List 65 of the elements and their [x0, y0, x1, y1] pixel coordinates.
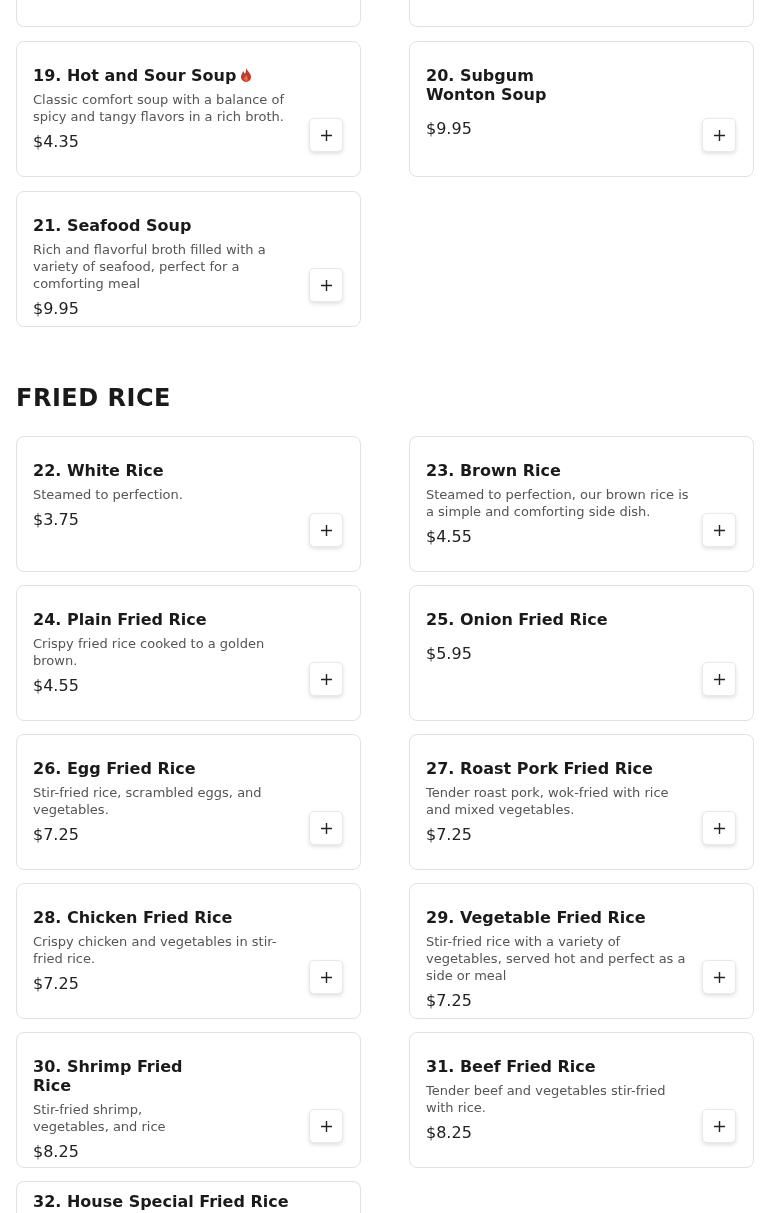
item-description: Stir-fried rice, scrambled eggs, and vegetables. — [33, 784, 263, 818]
item-title: 20. Subgum Wonton Soup — [426, 66, 547, 104]
item-price: $4.55 — [33, 675, 80, 697]
add-button[interactable] — [702, 1109, 736, 1143]
item-title: 25. Onion Fried Rice — [426, 610, 608, 629]
item-description: Stir-fried shrimp, vegetables, and rice — [33, 1101, 167, 1135]
item-price: $3.75 — [33, 509, 80, 531]
plus-icon — [713, 822, 725, 834]
item-price: $5.95 — [426, 643, 473, 665]
item-title: 31. Beef Fried Rice — [426, 1057, 596, 1076]
item-description: Crispy fried rice cooked to a golden brown. — [33, 635, 266, 669]
add-button[interactable] — [309, 960, 343, 994]
item-title: 26. Egg Fried Rice — [33, 759, 196, 778]
item-price: $4.55 — [426, 526, 473, 548]
add-button[interactable] — [702, 960, 736, 994]
add-button[interactable] — [309, 268, 343, 302]
plus-icon — [320, 971, 332, 983]
item-title: 30. Shrimp Fried Rice — [33, 1057, 183, 1095]
item-description: Steamed to perfection. — [33, 486, 184, 503]
add-button[interactable] — [702, 513, 736, 547]
plus-icon — [713, 1120, 725, 1132]
item-price: $8.25 — [33, 1141, 80, 1163]
add-button[interactable] — [309, 513, 343, 547]
plus-icon — [713, 524, 725, 536]
item-title: 24. Plain Fried Rice — [33, 610, 207, 629]
add-button[interactable] — [702, 118, 736, 152]
item-price: $4.35 — [33, 131, 80, 153]
item-description: Steamed to perfection, our brown rice is a simple and comforting side dish. — [426, 486, 690, 520]
item-price: $9.95 — [33, 298, 80, 320]
plus-icon — [713, 129, 725, 141]
plus-icon — [713, 673, 725, 685]
plus-icon — [713, 971, 725, 983]
section-heading: FRIED RICE — [16, 383, 172, 413]
item-title: 32. House Special Fried Rice — [33, 1192, 289, 1211]
plus-icon — [320, 129, 332, 141]
add-button[interactable] — [309, 118, 343, 152]
plus-icon — [320, 279, 332, 291]
item-title: 22. White Rice — [33, 461, 164, 480]
item-description: Classic comfort soup with a balance of spicy and tangy flavors in a rich broth. — [33, 91, 286, 125]
item-price: $9.95 — [426, 118, 473, 140]
plus-icon — [320, 822, 332, 834]
item-price: $7.25 — [33, 824, 80, 846]
item-title: 29. Vegetable Fried Rice — [426, 908, 646, 927]
add-button[interactable] — [309, 662, 343, 696]
item-price: $7.25 — [426, 824, 473, 846]
plus-icon — [320, 1120, 332, 1132]
add-button[interactable] — [702, 662, 736, 696]
item-title: 28. Chicken Fried Rice — [33, 908, 233, 927]
item-description: Rich and flavorful broth filled with a variety of seafood, perfect for a comforting meal — [33, 241, 267, 292]
add-button[interactable] — [309, 811, 343, 845]
item-title: 23. Brown Rice — [426, 461, 561, 480]
item-description: Crispy chicken and vegetables in stir-fried rice. — [33, 933, 278, 967]
item-description: Tender roast pork, wok-fried with rice and mixed vegetables. — [426, 784, 670, 818]
item-price: $7.25 — [426, 990, 473, 1012]
item-title: 19. Hot and Sour Soup — [33, 66, 237, 85]
plus-icon — [320, 524, 332, 536]
item-description: Tender beef and vegetables stir-fried with rice. — [426, 1082, 667, 1116]
item-title: 27. Roast Pork Fried Rice — [426, 759, 653, 778]
item-price: $7.25 — [33, 973, 80, 995]
add-button[interactable] — [309, 1109, 343, 1143]
item-description: Stir-fried rice with a variety of vegetables, served hot and perfect as a side or meal — [426, 933, 687, 984]
add-button[interactable] — [702, 811, 736, 845]
item-price: $8.25 — [426, 1122, 473, 1144]
item-title: 21. Seafood Soup — [33, 216, 192, 235]
plus-icon — [320, 673, 332, 685]
